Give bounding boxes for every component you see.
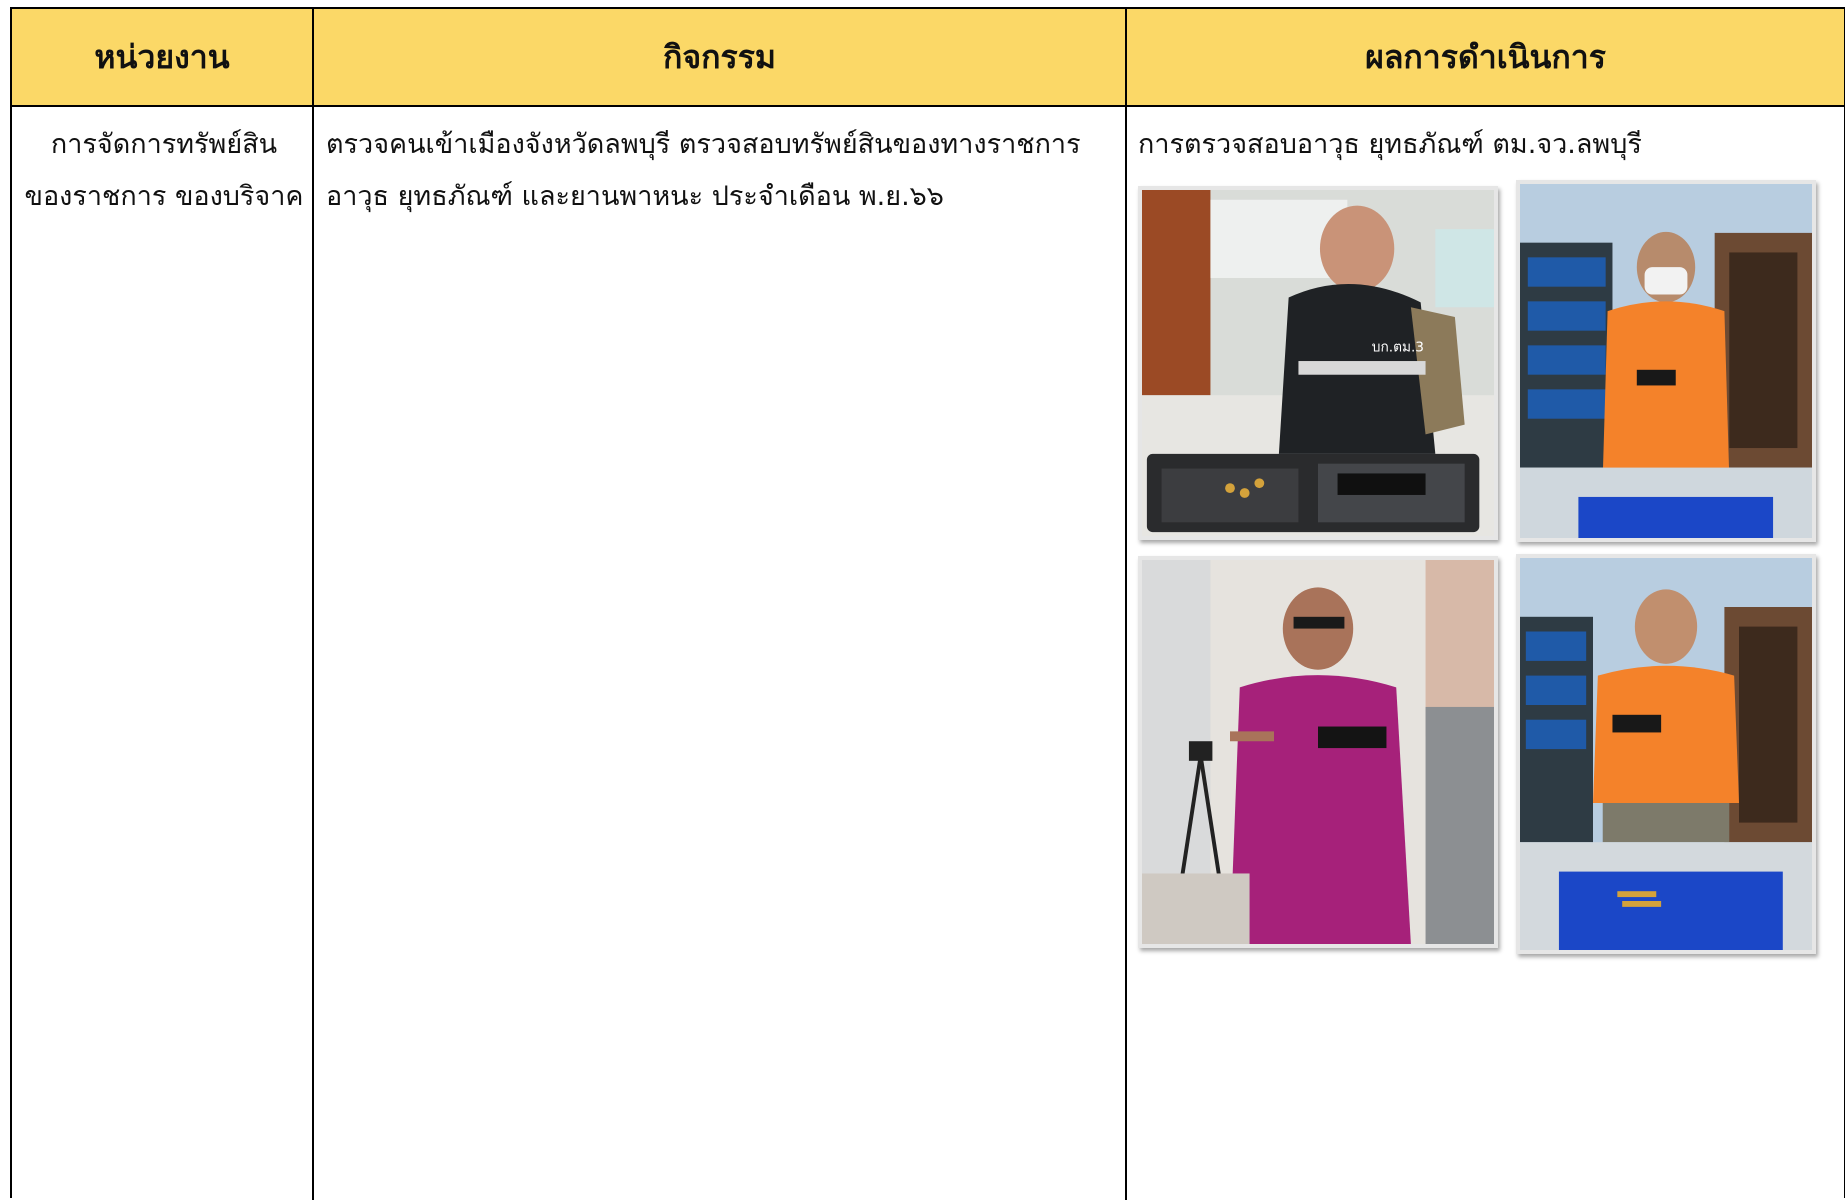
officer-vest-photo: บก.ตม.3	[1142, 190, 1494, 536]
unit-line: การจัดการทรัพย์สิน	[50, 129, 278, 160]
officer-orange-bullets-photo	[1520, 558, 1812, 950]
unit-cell: การจัดการทรัพย์สิน ของราชการ ของบริจาค	[24, 119, 304, 223]
result-cell: การตรวจสอบอาวุธ ยุทธภัณฑ์ ตม.จว.ลพบุรี	[1138, 119, 1838, 171]
officer-orange-mask-photo	[1520, 184, 1812, 538]
column-divider	[1125, 9, 1127, 1200]
result-line: การตรวจสอบอาวุธ ยุทธภัณฑ์ ตม.จว.ลพบุรี	[1138, 129, 1642, 160]
vest-badge-text: บก.ตม.3	[1372, 339, 1424, 355]
photo-weapon-inspection-4	[1516, 554, 1816, 954]
activity-cell: ตรวจคนเข้าเมืองจังหวัดลพบุรี ตรวจสอบทรัพ…	[326, 119, 1116, 223]
photo-weapon-inspection-3	[1138, 556, 1498, 948]
photo-weapon-inspection-2	[1516, 180, 1816, 542]
column-divider	[312, 9, 314, 1200]
header-activity: กิจกรรม	[663, 37, 776, 76]
activity-line: ตรวจคนเข้าเมืองจังหวัดลพบุรี ตรวจสอบทรัพ…	[326, 129, 1081, 160]
header-unit: หน่วยงาน	[94, 37, 230, 76]
photo-weapon-inspection-1: บก.ตม.3	[1138, 186, 1498, 540]
officer-magenta-photo	[1142, 560, 1494, 944]
activity-line: อาวุธ ยุทธภัณฑ์ และยานพาหนะ ประจำเดือน พ…	[326, 181, 944, 212]
unit-line: ของราชการ ของบริจาค	[24, 181, 304, 212]
table-header-row: หน่วยงาน กิจกรรม ผลการดำเนินการ	[12, 9, 1844, 107]
header-result: ผลการดำเนินการ	[1365, 37, 1606, 76]
